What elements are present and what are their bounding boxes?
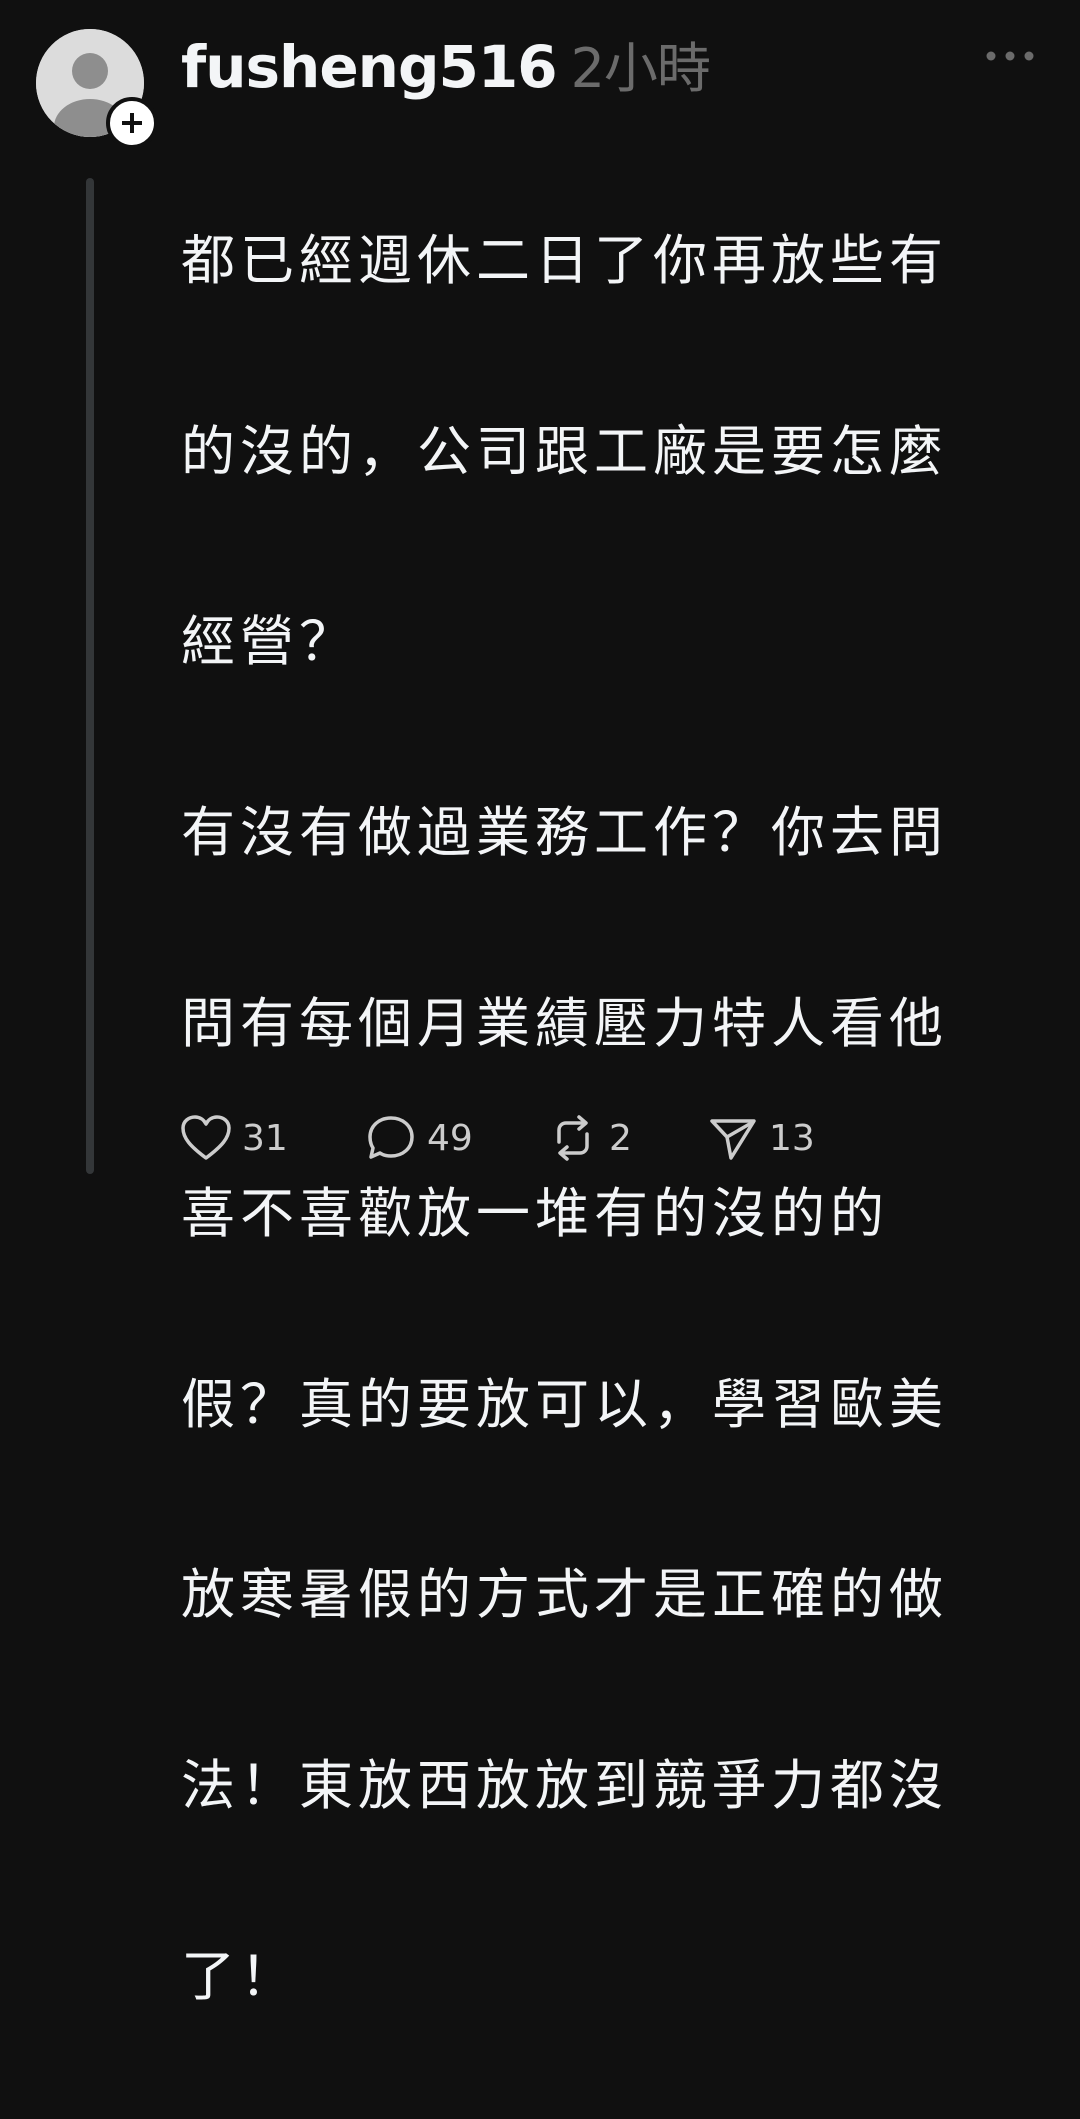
like-button[interactable]: 31 (180, 1114, 365, 1162)
post-body-line: 法！東放西放放到競爭力都沒 (181, 1754, 948, 1818)
post-body-line: 喜不喜歡放一堆有的沒的的 (181, 1182, 889, 1246)
follow-button[interactable] (106, 97, 158, 149)
post-body-line: 了！ (181, 1944, 299, 2008)
more-options-button[interactable] (980, 38, 1040, 74)
plus-icon (122, 113, 142, 133)
repost-icon (557, 1115, 589, 1161)
post-body-line: 假？真的要放可以，學習歐美 (181, 1372, 948, 1436)
post-body-line: 的沒的，公司跟工廠是要怎麼 (181, 419, 948, 483)
more-dots-icon (986, 51, 1034, 61)
action-bar: 31 49 2 13 (180, 1110, 847, 1166)
share-button[interactable]: 13 (707, 1114, 847, 1162)
post-body-line: 放寒暑假的方式才是正確的做 (181, 1563, 948, 1627)
thread-post: fusheng516 2小時 都已經週休二日了你再放些有 的沒的，公司跟工廠是要… (0, 0, 1080, 2008)
like-count: 31 (242, 1117, 288, 1159)
thread-line (86, 178, 94, 1174)
timestamp: 2小時 (570, 37, 711, 100)
comment-count: 49 (427, 1117, 473, 1159)
comment-bubble-icon (368, 1116, 414, 1159)
comment-button[interactable]: 49 (365, 1114, 547, 1162)
post-body-line: 問有每個月業績壓力特人看他 (181, 991, 948, 1055)
post-body-line: 都已經週休二日了你再放些有 (181, 229, 948, 293)
username[interactable]: fusheng516 (181, 33, 558, 101)
heart-icon (181, 1115, 231, 1160)
post-body-line: 經營？ (181, 610, 358, 674)
repost-count: 2 (609, 1117, 632, 1159)
post-header: fusheng516 2小時 (181, 24, 711, 104)
post-body-line: 有沒有做過業務工作？你去問 (181, 801, 948, 865)
avatar-container[interactable] (36, 29, 158, 149)
repost-button[interactable]: 2 (547, 1114, 707, 1162)
share-count: 13 (769, 1117, 815, 1159)
send-icon (710, 1119, 756, 1160)
